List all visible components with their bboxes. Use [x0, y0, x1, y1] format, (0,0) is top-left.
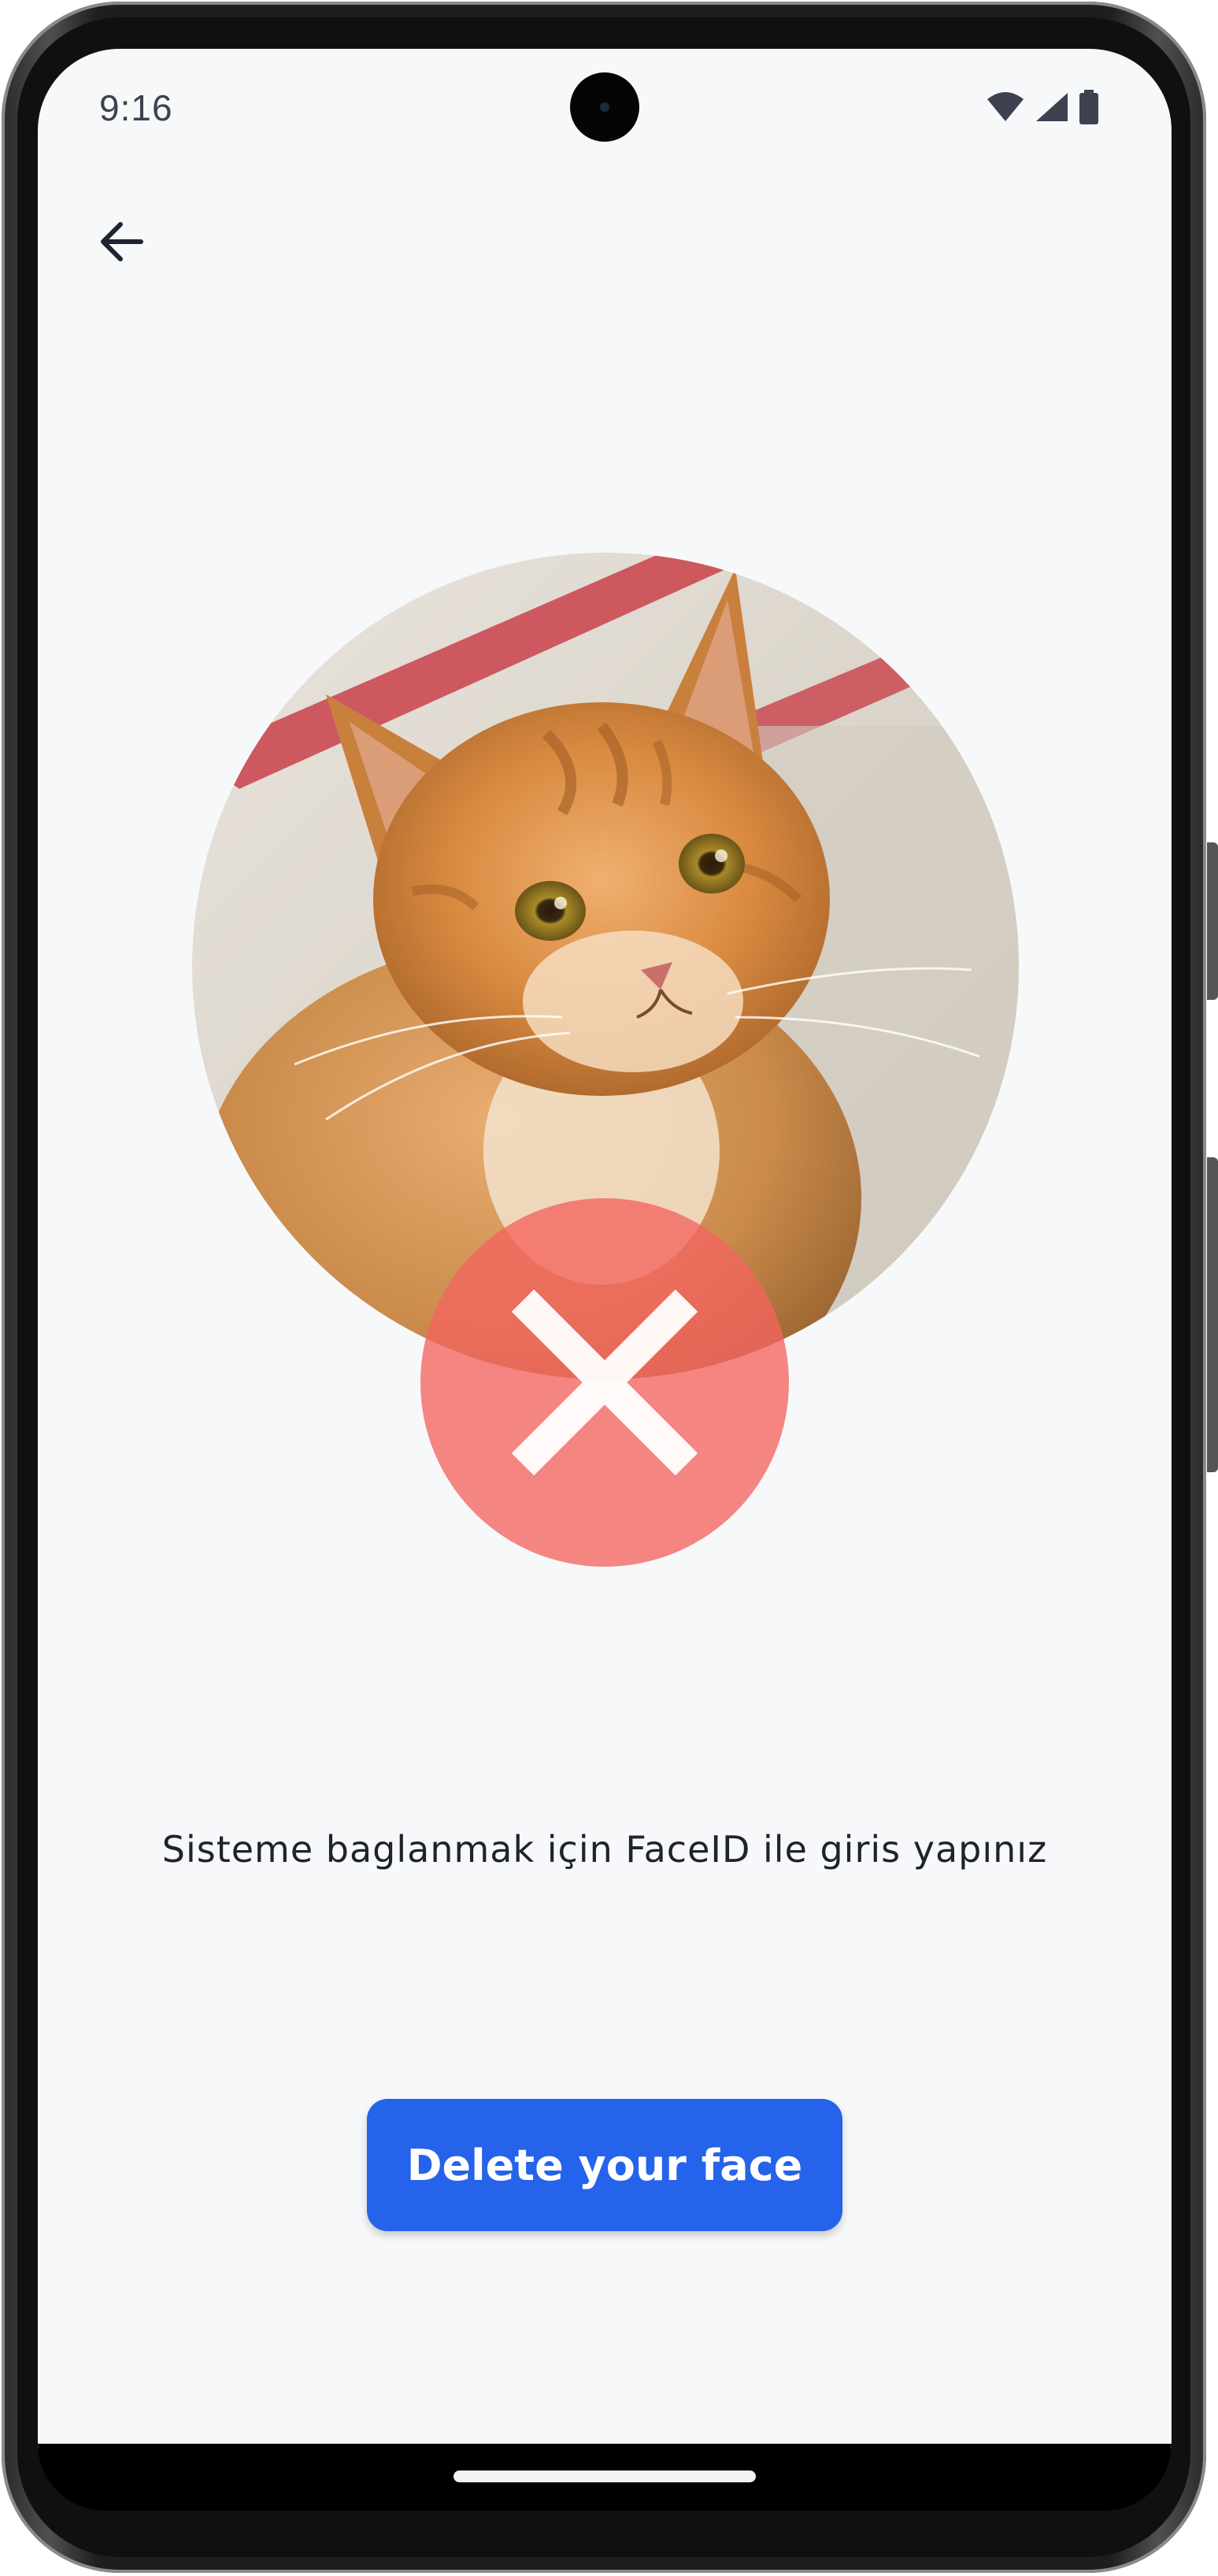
- battery-icon: [1079, 90, 1098, 124]
- front-camera: [570, 72, 639, 142]
- camera-lens: [600, 102, 609, 112]
- close-icon: [511, 1289, 698, 1476]
- back-button[interactable]: [87, 206, 157, 277]
- app-screen: 9:16 Sisteme baglanmak için FaceID ile g…: [38, 49, 1172, 2448]
- home-indicator[interactable]: [454, 2471, 756, 2482]
- status-time: 9:16: [99, 87, 173, 128]
- faceid-instruction: Sisteme baglanmak için FaceID ile giris …: [161, 1828, 1048, 1871]
- wifi-icon: [987, 92, 1024, 121]
- face-error-badge: [420, 1198, 789, 1567]
- volume-button: [1207, 842, 1218, 1000]
- delete-face-button[interactable]: Delete your face: [367, 2099, 842, 2231]
- phone-device: 9:16 Sisteme baglanmak için FaceID ile g…: [0, 0, 1218, 2576]
- status-icons: [986, 90, 1099, 124]
- navigation-bar: [38, 2444, 1172, 2511]
- arrow-left-icon: [101, 222, 143, 261]
- cell-signal-icon: [1036, 93, 1068, 121]
- power-button: [1207, 1157, 1218, 1472]
